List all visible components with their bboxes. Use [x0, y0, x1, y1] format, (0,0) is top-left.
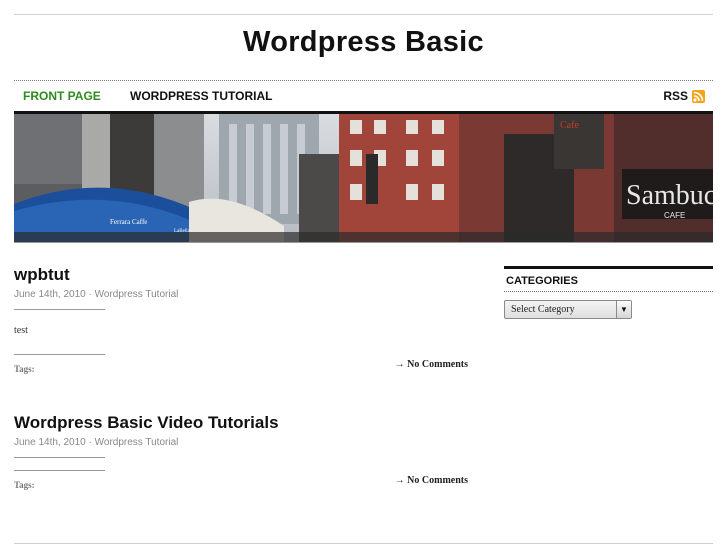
category-select-value: Select Category [511, 304, 575, 315]
post-date: June 14th, 2010 [14, 437, 86, 448]
top-divider [14, 14, 713, 15]
post-footer-divider [14, 470, 105, 471]
tags-label: Tags: [14, 480, 35, 490]
bottom-divider [14, 543, 713, 544]
comments-link[interactable]: → No Comments [395, 359, 468, 370]
arrow-right-icon: → [394, 475, 405, 486]
sidebar: CATEGORIES Select Category ▼ [504, 266, 713, 319]
post-date: June 14th, 2010 [14, 289, 86, 300]
post-title[interactable]: wpbtut [14, 265, 468, 285]
comments-link[interactable]: → No Comments [395, 475, 468, 486]
main-navigation: FRONT PAGE WORDPRESS TUTORIAL RSS [14, 81, 713, 111]
post-wpbtut: wpbtut June 14th, 2010 · Wordpress Tutor… [14, 265, 468, 374]
tags-label: Tags: [14, 364, 35, 374]
post-body: test [14, 325, 28, 336]
rss-label: RSS [663, 89, 688, 103]
sambuca-sign: Sambuca [626, 180, 713, 211]
categories-heading: CATEGORIES [506, 275, 578, 287]
comments-label: No Comments [407, 475, 468, 486]
comments-label: No Comments [407, 359, 468, 370]
rss-feed-icon [692, 89, 705, 103]
post-footer: Tags: → No Comments [14, 359, 468, 374]
post-title[interactable]: Wordpress Basic Video Tutorials [14, 413, 468, 433]
post-footer-divider [14, 354, 105, 355]
nav-item-front-page[interactable]: FRONT PAGE [23, 89, 101, 103]
meta-separator: · [85, 437, 95, 448]
post-category-link[interactable]: Wordpress Tutorial [95, 289, 179, 300]
banner-bottom-divider [14, 242, 713, 243]
post-category-link[interactable]: Wordpress Tutorial [95, 437, 179, 448]
dropdown-button[interactable]: ▼ [616, 301, 631, 318]
post-wordpress-basic-video-tutorials: Wordpress Basic Video Tutorials June 14t… [14, 413, 468, 490]
sambuca-sub-sign: CAFE [664, 211, 685, 220]
post-divider [14, 309, 105, 310]
meta-separator: · [85, 289, 95, 300]
ferrara-sign: Ferrara Caffe [110, 218, 147, 226]
post-meta: June 14th, 2010 · Wordpress Tutorial [14, 289, 468, 300]
arrow-right-icon: → [394, 359, 405, 370]
rss-link[interactable]: RSS [663, 89, 705, 103]
post-meta: June 14th, 2010 · Wordpress Tutorial [14, 437, 468, 448]
header-banner-image: Sambuca CAFE Cafe Ferrara Caffe LaBella … [14, 114, 713, 242]
site-title[interactable]: Wordpress Basic [0, 26, 727, 59]
nav-item-wordpress-tutorial[interactable]: WORDPRESS TUTORIAL [130, 89, 272, 103]
street-scene-photo: Sambuca CAFE Cafe Ferrara Caffe LaBella … [14, 114, 713, 242]
chevron-down-icon: ▼ [620, 305, 628, 314]
post-divider [14, 457, 105, 458]
category-select[interactable]: Select Category ▼ [504, 300, 632, 319]
sidebar-divider [504, 291, 713, 292]
cafe-sign: Cafe [560, 120, 579, 131]
post-footer: Tags: → No Comments [14, 475, 468, 490]
